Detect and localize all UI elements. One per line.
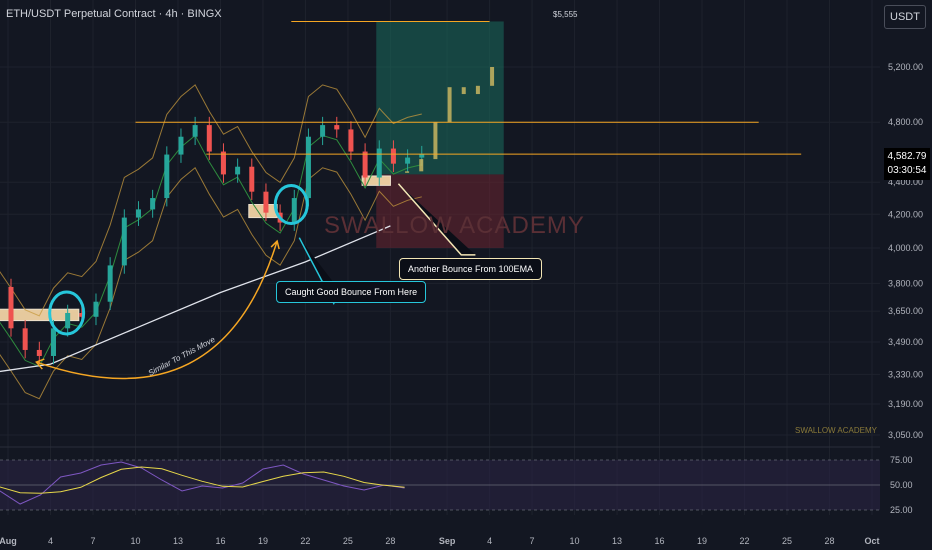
band-middle (0, 134, 422, 368)
price-tick-8: 3,330.00 (888, 369, 923, 379)
price-tick-0: 5,200.00 (888, 62, 923, 72)
callout-bounce: Caught Good Bounce From Here (276, 281, 427, 303)
price-tick-1: 4,800.00 (888, 117, 923, 127)
target-label: $5,555 (553, 10, 578, 19)
projection-candle-0 (405, 171, 410, 173)
time-tick-15: 16 (655, 536, 665, 546)
time-tick-18: 25 (782, 536, 792, 546)
candle-21 (291, 198, 297, 223)
price-tick-5: 3,800.00 (888, 278, 923, 288)
price-tick-3: 4,200.00 (888, 209, 923, 219)
candle-18 (249, 166, 255, 192)
projection-candle-3 (447, 87, 452, 123)
candle-16 (220, 151, 226, 175)
chart-title: ETH/USDT Perpetual Contract · 4h · BINGX (6, 8, 222, 20)
projection-candle-5 (475, 85, 480, 95)
candle-1 (8, 286, 14, 329)
candle-4 (50, 328, 56, 356)
last-price: 4,582.79 (887, 151, 927, 162)
time-tick-19: 28 (825, 536, 835, 546)
candle-2 (22, 328, 28, 350)
candle-30 (419, 154, 425, 158)
rsi-tick-1: 50.00 (890, 480, 913, 490)
candle-5 (65, 312, 71, 329)
candle-9 (121, 217, 127, 266)
rsi-tick-0: 75.00 (890, 455, 913, 465)
candle-8 (107, 265, 113, 302)
candle-28 (390, 148, 396, 164)
support-zone-1 (248, 204, 278, 219)
time-tick-20: Oct (864, 536, 879, 546)
time-axis: Aug 4 7 10 13 16 19 22 25 28 Sep 4 7 10 13 16 19 22 25 28 Oc… (0, 536, 880, 546)
candle-17 (235, 166, 241, 175)
time-tick-7: 22 (300, 536, 310, 546)
candle-3 (36, 349, 42, 356)
time-tick-5: 16 (215, 536, 225, 546)
rsi-tick-2: 25.00 (890, 505, 913, 515)
callout-ema: Another Bounce From 100EMA (399, 258, 543, 280)
price-tick-6: 3,650.00 (888, 306, 923, 316)
time-tick-16: 19 (697, 536, 707, 546)
time-tick-17: 22 (740, 536, 750, 546)
callout-ema-text: Another Bounce From 100EMA (408, 264, 534, 274)
candle-27 (376, 148, 382, 178)
watermark: SWALLOW ACADEMY (324, 212, 585, 239)
similar-move-label: Similar To This Move (147, 335, 217, 378)
last-price-tag: 4,582.79 03:30:54 (884, 148, 930, 180)
time-tick-6: 19 (258, 536, 268, 546)
rsi-panel: 75.00 50.00 25.00 (0, 446, 913, 515)
time-tick-13: 10 (570, 536, 580, 546)
price-tick-10: 3,050.00 (888, 430, 923, 440)
projection-candle-2 (433, 122, 438, 160)
watermark-small: SWALLOW ACADEMY (795, 426, 877, 435)
candle-12 (164, 154, 170, 199)
projection-candle-6 (490, 67, 495, 86)
candle-10 (135, 209, 141, 218)
time-tick-4: 13 (173, 536, 183, 546)
time-tick-8: 25 (343, 536, 353, 546)
price-tick-7: 3,490.00 (888, 337, 923, 347)
candle-26 (362, 151, 368, 178)
time-tick-11: 4 (487, 536, 492, 546)
candle-15 (206, 125, 212, 152)
price-tick-4: 4,000.00 (888, 243, 923, 253)
time-tick-1: 4 (48, 536, 53, 546)
time-tick-3: 10 (130, 536, 140, 546)
candle-24 (334, 125, 340, 130)
candle-22 (305, 136, 311, 199)
time-tick-0: Aug (0, 536, 17, 546)
price-axis: 5,200.004,800.004,400.004,200.004,000.00… (888, 62, 923, 440)
time-tick-9: 28 (385, 536, 395, 546)
candle-14 (192, 125, 198, 137)
candle-11 (150, 198, 156, 210)
time-tick-10: Sep (439, 536, 456, 546)
callout-bounce-text: Caught Good Bounce From Here (285, 287, 418, 297)
price-tick-9: 3,190.00 (888, 399, 923, 409)
candle-13 (178, 136, 184, 155)
projection-candle-4 (461, 87, 466, 95)
candle-19 (263, 191, 269, 213)
candle-29 (405, 157, 411, 164)
candle-25 (348, 129, 354, 152)
currency-button[interactable]: USDT (884, 5, 926, 29)
time-tick-12: 7 (530, 536, 535, 546)
candle-23 (320, 125, 326, 137)
time-tick-14: 13 (612, 536, 622, 546)
bar-countdown: 03:30:54 (887, 165, 927, 176)
time-tick-2: 7 (90, 536, 95, 546)
candle-7 (93, 301, 99, 317)
projection-candle-1 (419, 159, 424, 172)
